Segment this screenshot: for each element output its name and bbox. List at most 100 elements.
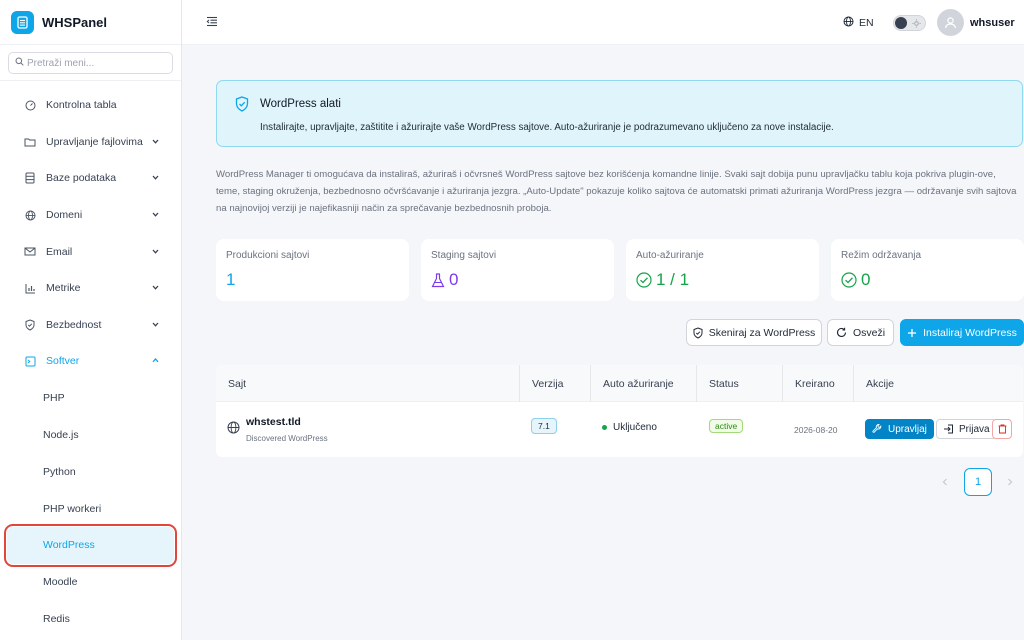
- site-subtitle: Discovered WordPress: [246, 434, 328, 443]
- brand-name: WHSPanel: [42, 14, 108, 30]
- folder-icon: [24, 136, 36, 148]
- sidebar-item-security[interactable]: Bezbednost: [0, 307, 181, 344]
- shield-icon: [693, 326, 703, 339]
- login-icon: [944, 424, 953, 434]
- language-selector[interactable]: EN: [843, 16, 874, 30]
- refresh-button[interactable]: Osveži: [827, 319, 894, 346]
- stat-card-value: 1: [226, 270, 236, 289]
- sidebar-subitem-php-workers[interactable]: PHP workeri: [0, 490, 181, 527]
- sidebar-subitem-wordpress[interactable]: WordPress: [4, 523, 177, 567]
- delete-button[interactable]: [992, 419, 1012, 439]
- table-row: whstest.tld Discovered WordPress 7.1 Ukl…: [216, 402, 1023, 457]
- user-icon: [944, 17, 957, 29]
- shield-check-icon: [235, 96, 249, 112]
- theme-toggle[interactable]: [893, 15, 926, 31]
- check-circle-icon: [636, 272, 652, 288]
- sites-table: Sajt Verzija Auto ažuriranje Status Krei…: [216, 365, 1023, 457]
- sidebar-item-databases[interactable]: Baze podataka: [0, 160, 181, 197]
- alert-title: WordPress alati: [260, 98, 341, 110]
- chevron-down-icon: [151, 137, 161, 147]
- sidebar-subitem-python[interactable]: Python: [0, 453, 181, 490]
- chevron-down-icon: [151, 173, 161, 183]
- sidebar-item-label: Metrike: [46, 282, 81, 295]
- stat-card-production: Produkcioni sajtovi 1: [216, 239, 409, 301]
- page-description: WordPress Manager ti omogućava da instal…: [216, 169, 1017, 214]
- stat-card-title: Režim održavanja: [841, 250, 922, 261]
- info-alert: WordPress alati Instalirajte, upravljajt…: [216, 80, 1023, 147]
- toggle-knob: [895, 17, 907, 29]
- stat-card-value: 0: [431, 270, 458, 290]
- avatar[interactable]: [937, 9, 964, 36]
- manage-button[interactable]: Upravljaj: [865, 419, 934, 439]
- check-circle-icon: [841, 272, 857, 288]
- sidebar-item-dashboard[interactable]: Kontrolna tabla: [0, 87, 181, 124]
- sidebar-item-domains[interactable]: Domeni: [0, 197, 181, 234]
- sidebar-item-label: Domeni: [46, 209, 83, 222]
- menu-collapse-icon[interactable]: [206, 16, 218, 28]
- stat-card-auto-update: Auto-ažuriranje 1 / 1: [626, 239, 819, 301]
- sidebar-item-label: Softver: [46, 355, 80, 368]
- column-header[interactable]: Verzija: [519, 365, 564, 402]
- created-date: 2026-08-20: [794, 425, 838, 435]
- sidebar-item-metrics[interactable]: Metrike: [0, 270, 181, 307]
- status-dot: [602, 425, 607, 430]
- sidebar-subitem-nodejs[interactable]: Node.js: [0, 417, 181, 454]
- chevron-down-icon: [151, 210, 161, 220]
- sidebar-item-software[interactable]: Softver: [0, 343, 181, 380]
- bar-chart-icon: [24, 282, 36, 294]
- page-number[interactable]: 1: [964, 468, 992, 496]
- stat-card-title: Auto-ažuriranje: [636, 250, 704, 261]
- sidebar-subitem-php[interactable]: PHP: [0, 380, 181, 417]
- sidebar-item-label: Baze podataka: [46, 172, 117, 185]
- brand[interactable]: WHSPanel: [0, 0, 181, 45]
- sun-icon: [912, 19, 921, 28]
- stat-card-staging: Staging sajtovi 0: [421, 239, 614, 301]
- username[interactable]: whsuser: [970, 17, 1015, 29]
- sidebar-menu: Kontrolna tabla Upravljanje fajlovima Ba…: [0, 81, 181, 637]
- refresh-icon: [836, 327, 847, 337]
- mail-icon: [24, 246, 36, 258]
- topbar: EN whsuser: [182, 0, 1024, 45]
- menu-search: [8, 52, 173, 74]
- globe-icon: [24, 209, 36, 221]
- sidebar-subitem-moodle[interactable]: Moodle: [0, 564, 181, 601]
- stat-card-value: 0: [841, 270, 870, 290]
- alert-text: Instalirajte, upravljajte, zaštitite i a…: [260, 122, 834, 133]
- column-header[interactable]: Sajt: [228, 365, 246, 402]
- wrench-icon: [872, 424, 882, 433]
- search-icon: [15, 57, 24, 69]
- sidebar-item-label: Upravljanje fajlovima: [46, 135, 143, 148]
- column-header[interactable]: Status: [696, 365, 739, 402]
- site-name[interactable]: whstest.tld: [246, 416, 301, 428]
- login-button[interactable]: Prijava: [936, 419, 997, 439]
- stat-card-value: 1 / 1: [636, 270, 689, 290]
- stat-card-maintenance: Režim održavanja 0: [831, 239, 1024, 301]
- flask-icon: [431, 272, 445, 287]
- chevron-left-icon[interactable]: [940, 477, 950, 487]
- sidebar-subitem-redis[interactable]: Redis: [0, 601, 181, 638]
- column-header[interactable]: Kreirano: [782, 365, 835, 402]
- chevron-right-icon[interactable]: [1005, 477, 1015, 487]
- chevron-down-icon: [151, 320, 161, 330]
- table-header: Sajt Verzija Auto ažuriranje Status Krei…: [216, 365, 1023, 402]
- chevron-down-icon: [151, 283, 161, 293]
- sidebar-item-email[interactable]: Email: [0, 233, 181, 270]
- stat-card-title: Produkcioni sajtovi: [226, 250, 310, 261]
- status-badge: active: [709, 419, 744, 433]
- scan-wordpress-button[interactable]: Skeniraj za WordPress: [686, 319, 822, 346]
- menu-search-input[interactable]: [27, 57, 167, 69]
- globe-icon: [843, 16, 854, 30]
- chevron-up-icon: [151, 356, 161, 366]
- install-wordpress-button[interactable]: Instaliraj WordPress: [900, 319, 1024, 346]
- language-label: EN: [859, 17, 874, 29]
- sidebar: WHSPanel Kontrolna tabla Upravljanje faj…: [0, 0, 182, 640]
- sidebar-item-files[interactable]: Upravljanje fajlovima: [0, 124, 181, 161]
- version-badge: 7.1: [531, 418, 557, 434]
- shield-icon: [24, 319, 36, 331]
- stat-card-title: Staging sajtovi: [431, 250, 497, 261]
- trash-icon: [998, 424, 1006, 434]
- column-header[interactable]: Auto ažuriranje: [590, 365, 674, 402]
- auto-update-status: Uključeno: [602, 422, 657, 433]
- server-icon: [11, 10, 34, 34]
- column-header[interactable]: Akcije: [853, 365, 894, 402]
